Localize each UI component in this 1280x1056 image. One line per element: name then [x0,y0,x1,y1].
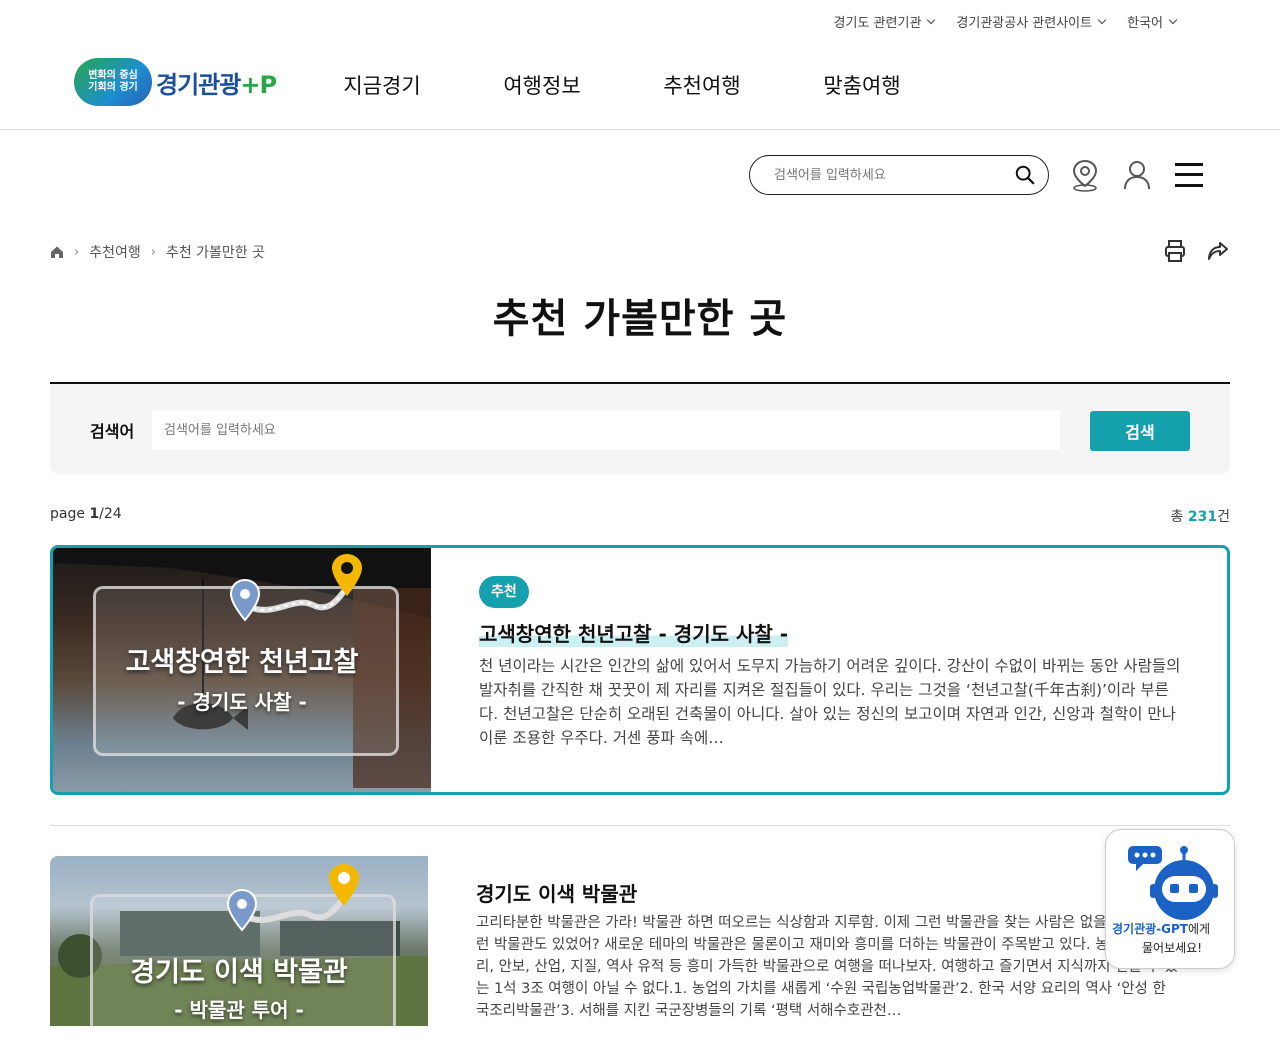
logo-badge-line1: 변화의 중심 [88,70,138,81]
search-panel: 검색어 검색 [50,382,1230,474]
nav-recommended-travel[interactable]: 추천여행 [622,70,782,100]
chevron-down-icon [1168,15,1178,24]
user-icon[interactable] [1122,159,1152,191]
thumbnail-title: 고색창연한 천년고찰 [125,647,359,678]
main-nav: 지금경기 여행정보 추천여행 맞춤여행 [302,70,942,100]
card-thumbnail: 고색창연한 천년고찰 - 경기도 사찰 - [53,548,431,792]
utility-nav: 경기도 관련기관 경기관광공사 관련사이트 한국어 [833,12,1178,31]
card-body: 추천 고색창연한 천년고찰 - 경기도 사찰 - 천 년이라는 시간은 인간의 … [431,548,1227,792]
header-search [749,155,1049,195]
chevron-down-icon [1097,15,1107,24]
nav-custom-travel[interactable]: 맞춤여행 [782,70,942,100]
total-count: 총 231건 [1171,506,1230,526]
gpt-chat-button[interactable]: 경기관광-GPT에게 물어보세요! [1105,829,1235,969]
total-count-prefix: 총 [1170,509,1184,525]
language-select[interactable]: 한국어 [1127,12,1178,31]
breadcrumb-separator: › [74,244,80,260]
thumbnail-subtitle: - 경기도 사찰 - [177,690,307,714]
site-logo[interactable]: 변화의 중심 기회의 경기 경기관광+P [74,58,277,106]
header-search-input[interactable] [772,166,992,184]
logo-badge: 변화의 중심 기회의 경기 [74,58,152,106]
search-icon[interactable] [1014,164,1036,186]
nav-now-gyeonggi[interactable]: 지금경기 [302,70,462,100]
page-current: 1 [89,506,100,522]
page-total: 24 [103,506,122,522]
breadcrumb-item-recommended[interactable]: 추천여행 [89,242,141,262]
total-count-value: 231 [1187,509,1218,525]
page-indicator: page 1/24 [50,506,122,522]
header-divider [0,129,1280,130]
related-agencies-label: 경기도 관련기관 [833,16,922,31]
thumbnail-title: 경기도 이색 박물관 [130,957,348,988]
language-label: 한국어 [1127,16,1163,31]
page-indicator-prefix: page [50,506,85,522]
related-sites-link[interactable]: 경기관광공사 관련사이트 [956,12,1107,31]
breadcrumb-separator: › [150,244,156,260]
hamburger-icon[interactable] [1174,160,1204,190]
card-description: 천 년이라는 시간은 인간의 삶에 있어서 도무지 가늠하기 어려운 깊이다. … [479,657,1181,747]
home-icon[interactable] [50,245,64,259]
search-panel-label: 검색어 [90,422,135,441]
breadcrumb-item-current: 추천 가볼만한 곳 [165,245,265,261]
list-item[interactable]: 경기도 이색 박물관 - 박물관 투어 - 경기도 이색 박물관 고리타분한 박… [50,856,1230,1056]
list-item[interactable]: 고색창연한 천년고찰 - 경기도 사찰 - 추천 고색창연한 천년고찰 - 경기… [50,545,1230,795]
gpt-suffix: 에게 [1187,922,1211,936]
robot-chat-icon [1128,846,1218,920]
print-icon[interactable] [1164,239,1186,263]
page-tools [1164,239,1230,263]
page-title: 추천 가볼만한 곳 [492,296,788,342]
map-pin-icon[interactable] [1070,158,1100,192]
recommend-badge: 추천 [479,576,529,608]
card-title[interactable]: 고색창연한 천년고찰 - 경기도 사찰 - [479,618,789,647]
search-button[interactable]: 검색 [1090,411,1190,451]
chevron-down-icon [927,15,936,24]
logo-text: 경기관광+P [156,65,277,100]
share-icon[interactable] [1206,239,1230,263]
total-count-suffix: 건 [1217,509,1230,525]
related-agencies-link[interactable]: 경기도 관련기관 [833,12,936,31]
logo-wordmark: 경기관광 [156,70,241,99]
card-title[interactable]: 경기도 이색 박물관 [476,878,637,907]
gpt-prompt-text: 경기관광-GPT에게 물어보세요! [1112,920,1236,958]
list-divider [50,825,1230,826]
breadcrumb: › 추천여행 › 추천 가볼만한 곳 [50,242,265,262]
gpt-line2: 물어보세요! [1142,941,1203,955]
related-sites-label: 경기관광공사 관련사이트 [956,16,1093,31]
card-description: 고리타분한 박물관은 가라! 박물관 하면 떠오르는 식상함과 지루함. 이제 … [476,915,1178,1019]
route-map-icon [226,864,359,932]
search-panel-input[interactable] [152,410,1060,450]
logo-plus: +P [240,70,277,99]
gpt-name: 경기관광-GPT [1112,922,1188,936]
nav-travel-info[interactable]: 여행정보 [462,70,622,100]
card-thumbnail: 경기도 이색 박물관 - 박물관 투어 - [50,856,428,1026]
thumbnail-subtitle: - 박물관 투어 - [174,998,304,1022]
logo-badge-line2: 기회의 경기 [88,82,138,93]
route-map-icon [229,554,362,622]
